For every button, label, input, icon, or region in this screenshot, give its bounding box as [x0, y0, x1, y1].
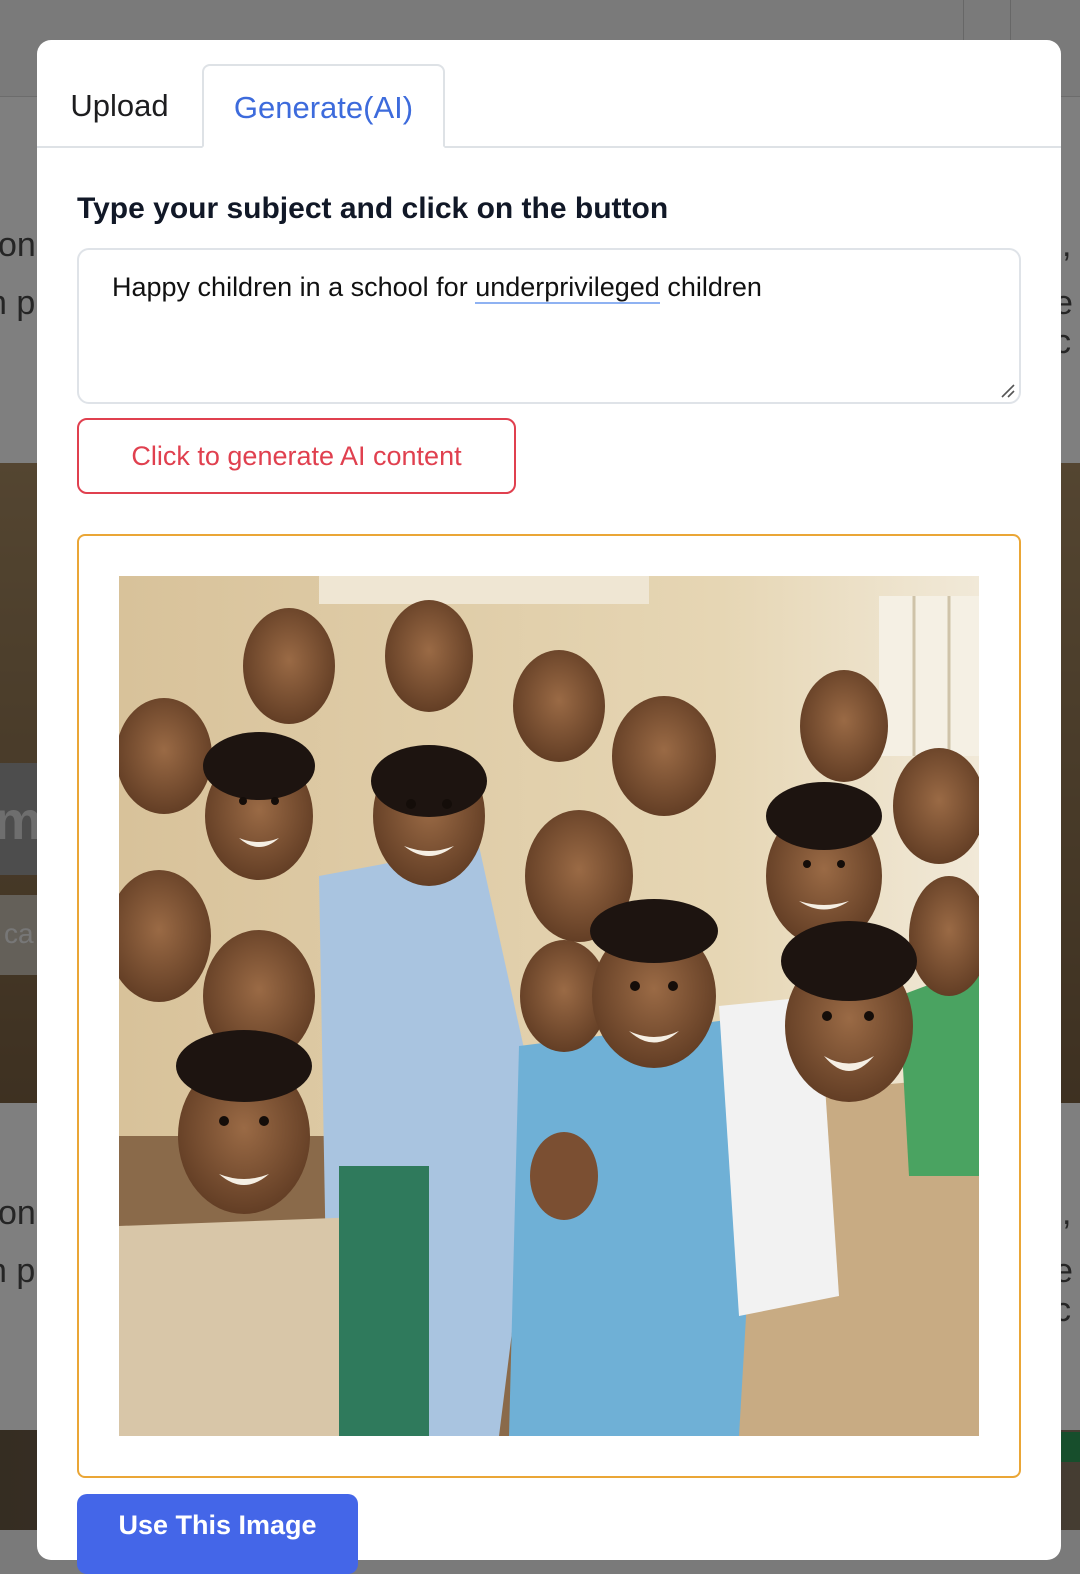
prompt-label: Type your subject and click on the butto…	[77, 192, 669, 225]
spellcheck-underlined-word: underprivileged	[475, 272, 660, 304]
generate-ai-button[interactable]: Click to generate AI content	[77, 418, 516, 494]
subject-text: Happy children in a school for underpriv…	[112, 272, 762, 304]
tab-upload[interactable]: Upload	[37, 64, 202, 148]
generated-image-frame	[77, 534, 1021, 1478]
generated-image-illustration	[119, 576, 979, 1436]
image-picker-modal: Upload Generate(AI) Type your subject an…	[37, 40, 1061, 1574]
generated-image[interactable]	[119, 576, 979, 1436]
resize-handle-icon[interactable]	[999, 382, 1015, 398]
tab-generate-ai[interactable]: Generate(AI)	[202, 64, 445, 148]
tab-bar: Upload Generate(AI)	[37, 40, 1061, 148]
subject-textarea[interactable]: Happy children in a school for underpriv…	[77, 248, 1021, 404]
use-this-image-button[interactable]: Use This Image	[77, 1494, 358, 1574]
